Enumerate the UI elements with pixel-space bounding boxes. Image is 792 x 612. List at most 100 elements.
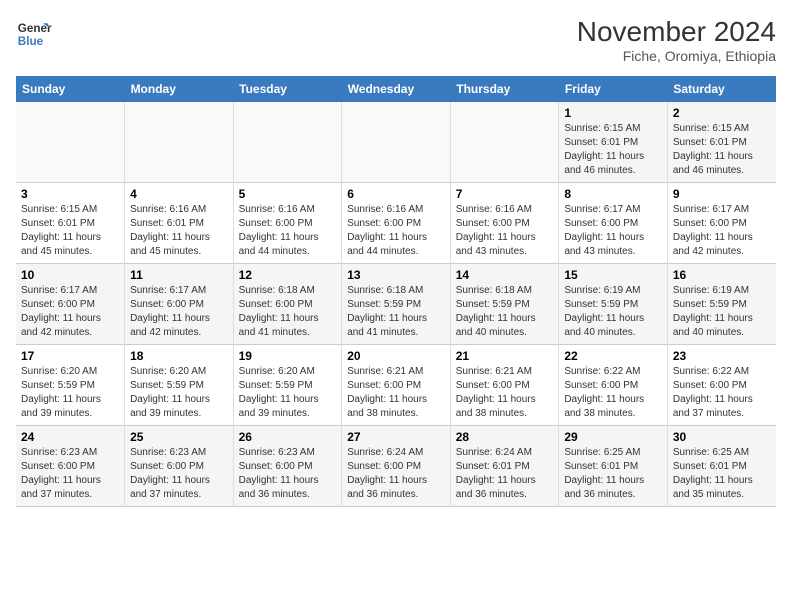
col-header-tuesday: Tuesday — [233, 76, 342, 102]
col-header-thursday: Thursday — [450, 76, 559, 102]
day-info: Sunrise: 6:25 AM Sunset: 6:01 PM Dayligh… — [673, 446, 771, 502]
svg-text:Blue: Blue — [18, 35, 44, 48]
day-number: 25 — [130, 430, 228, 444]
day-info: Sunrise: 6:17 AM Sunset: 6:00 PM Dayligh… — [130, 284, 228, 340]
day-number: 24 — [21, 430, 119, 444]
day-number: 30 — [673, 430, 771, 444]
day-info: Sunrise: 6:20 AM Sunset: 5:59 PM Dayligh… — [21, 365, 119, 421]
calendar-cell: 6 Sunrise: 6:16 AM Sunset: 6:00 PM Daylig… — [342, 183, 451, 264]
page-title: November 2024 — [577, 16, 776, 48]
page-header: General Blue November 2024 Fiche, Oromiy… — [16, 16, 776, 64]
day-info: Sunrise: 6:18 AM Sunset: 6:00 PM Dayligh… — [239, 284, 337, 340]
day-info: Sunrise: 6:24 AM Sunset: 6:01 PM Dayligh… — [456, 446, 554, 502]
calendar-cell: 7Sunrise: 6:16 AM Sunset: 6:00 PM Daylig… — [450, 183, 559, 264]
calendar-cell: 12 Sunrise: 6:18 AM Sunset: 6:00 PM Dayli… — [233, 264, 342, 345]
day-info: Sunrise: 6:25 AM Sunset: 6:01 PM Dayligh… — [564, 446, 662, 502]
logo-icon: General Blue — [16, 16, 52, 52]
week-row-1: 1 Sunrise: 6:15 AM Sunset: 6:01 PM Daylig… — [16, 102, 776, 183]
day-info: Sunrise: 6:23 AM Sunset: 6:00 PM Dayligh… — [21, 446, 119, 502]
day-number: 21 — [456, 349, 554, 363]
calendar-cell: 13 Sunrise: 6:18 AM Sunset: 5:59 PM Dayli… — [342, 264, 451, 345]
calendar-cell — [125, 102, 234, 183]
day-number: 2 — [673, 106, 771, 120]
calendar-cell: 25 Sunrise: 6:23 AM Sunset: 6:00 PM Dayli… — [125, 426, 234, 507]
calendar-cell: 10 Sunrise: 6:17 AM Sunset: 6:00 PM Dayli… — [16, 264, 125, 345]
day-number: 20 — [347, 349, 445, 363]
calendar-cell: 20 Sunrise: 6:21 AM Sunset: 6:00 PM Dayli… — [342, 345, 451, 426]
calendar-cell: 8 Sunrise: 6:17 AM Sunset: 6:00 PM Daylig… — [559, 183, 668, 264]
calendar-cell — [16, 102, 125, 183]
day-info: Sunrise: 6:20 AM Sunset: 5:59 PM Dayligh… — [239, 365, 337, 421]
day-number: 14 — [456, 268, 554, 282]
col-header-wednesday: Wednesday — [342, 76, 451, 102]
week-row-4: 17Sunrise: 6:20 AM Sunset: 5:59 PM Dayli… — [16, 345, 776, 426]
day-number: 22 — [564, 349, 662, 363]
day-info: Sunrise: 6:16 AM Sunset: 6:00 PM Dayligh… — [239, 203, 337, 259]
day-number: 12 — [239, 268, 337, 282]
day-info: Sunrise: 6:22 AM Sunset: 6:00 PM Dayligh… — [673, 365, 771, 421]
calendar-cell: 2Sunrise: 6:15 AM Sunset: 6:01 PM Daylig… — [667, 102, 776, 183]
day-info: Sunrise: 6:19 AM Sunset: 5:59 PM Dayligh… — [673, 284, 771, 340]
day-number: 19 — [239, 349, 337, 363]
calendar-cell: 22 Sunrise: 6:22 AM Sunset: 6:00 PM Dayli… — [559, 345, 668, 426]
day-number: 4 — [130, 187, 228, 201]
week-row-3: 10 Sunrise: 6:17 AM Sunset: 6:00 PM Dayli… — [16, 264, 776, 345]
calendar-cell: 3Sunrise: 6:15 AM Sunset: 6:01 PM Daylig… — [16, 183, 125, 264]
day-info: Sunrise: 6:21 AM Sunset: 6:00 PM Dayligh… — [347, 365, 445, 421]
day-number: 13 — [347, 268, 445, 282]
calendar-cell: 18 Sunrise: 6:20 AM Sunset: 5:59 PM Dayli… — [125, 345, 234, 426]
day-number: 6 — [347, 187, 445, 201]
day-info: Sunrise: 6:17 AM Sunset: 6:00 PM Dayligh… — [21, 284, 119, 340]
day-info: Sunrise: 6:23 AM Sunset: 6:00 PM Dayligh… — [130, 446, 228, 502]
calendar-cell: 24 Sunrise: 6:23 AM Sunset: 6:00 PM Dayli… — [16, 426, 125, 507]
day-info: Sunrise: 6:16 AM Sunset: 6:00 PM Dayligh… — [456, 203, 554, 259]
day-number: 28 — [456, 430, 554, 444]
day-number: 3 — [21, 187, 119, 201]
day-number: 1 — [564, 106, 662, 120]
page-subtitle: Fiche, Oromiya, Ethiopia — [577, 48, 776, 64]
day-info: Sunrise: 6:24 AM Sunset: 6:00 PM Dayligh… — [347, 446, 445, 502]
calendar-cell — [450, 102, 559, 183]
day-info: Sunrise: 6:17 AM Sunset: 6:00 PM Dayligh… — [564, 203, 662, 259]
calendar-cell — [342, 102, 451, 183]
calendar-cell: 23Sunrise: 6:22 AM Sunset: 6:00 PM Dayli… — [667, 345, 776, 426]
day-info: Sunrise: 6:16 AM Sunset: 6:01 PM Dayligh… — [130, 203, 228, 259]
calendar-cell: 21 Sunrise: 6:21 AM Sunset: 6:00 PM Dayli… — [450, 345, 559, 426]
day-number: 29 — [564, 430, 662, 444]
calendar-cell: 1 Sunrise: 6:15 AM Sunset: 6:01 PM Daylig… — [559, 102, 668, 183]
day-number: 5 — [239, 187, 337, 201]
day-info: Sunrise: 6:15 AM Sunset: 6:01 PM Dayligh… — [564, 122, 662, 178]
day-info: Sunrise: 6:21 AM Sunset: 6:00 PM Dayligh… — [456, 365, 554, 421]
day-info: Sunrise: 6:22 AM Sunset: 6:00 PM Dayligh… — [564, 365, 662, 421]
day-info: Sunrise: 6:23 AM Sunset: 6:00 PM Dayligh… — [239, 446, 337, 502]
day-info: Sunrise: 6:16 AM Sunset: 6:00 PM Dayligh… — [347, 203, 445, 259]
day-number: 11 — [130, 268, 228, 282]
day-number: 18 — [130, 349, 228, 363]
calendar-cell: 26 Sunrise: 6:23 AM Sunset: 6:00 PM Dayli… — [233, 426, 342, 507]
calendar-cell: 5 Sunrise: 6:16 AM Sunset: 6:00 PM Daylig… — [233, 183, 342, 264]
day-number: 26 — [239, 430, 337, 444]
day-info: Sunrise: 6:20 AM Sunset: 5:59 PM Dayligh… — [130, 365, 228, 421]
title-block: November 2024 Fiche, Oromiya, Ethiopia — [577, 16, 776, 64]
day-number: 10 — [21, 268, 119, 282]
week-row-5: 24 Sunrise: 6:23 AM Sunset: 6:00 PM Dayli… — [16, 426, 776, 507]
day-number: 9 — [673, 187, 771, 201]
day-info: Sunrise: 6:18 AM Sunset: 5:59 PM Dayligh… — [347, 284, 445, 340]
calendar-cell: 11 Sunrise: 6:17 AM Sunset: 6:00 PM Dayli… — [125, 264, 234, 345]
calendar-cell: 27Sunrise: 6:24 AM Sunset: 6:00 PM Dayli… — [342, 426, 451, 507]
logo: General Blue — [16, 16, 52, 52]
col-header-monday: Monday — [125, 76, 234, 102]
week-row-2: 3Sunrise: 6:15 AM Sunset: 6:01 PM Daylig… — [16, 183, 776, 264]
calendar-cell: 30 Sunrise: 6:25 AM Sunset: 6:01 PM Dayli… — [667, 426, 776, 507]
calendar-table: SundayMondayTuesdayWednesdayThursdayFrid… — [16, 76, 776, 507]
calendar-cell: 29 Sunrise: 6:25 AM Sunset: 6:01 PM Dayli… — [559, 426, 668, 507]
day-number: 8 — [564, 187, 662, 201]
col-header-sunday: Sunday — [16, 76, 125, 102]
calendar-header-row: SundayMondayTuesdayWednesdayThursdayFrid… — [16, 76, 776, 102]
day-number: 15 — [564, 268, 662, 282]
calendar-cell: 16 Sunrise: 6:19 AM Sunset: 5:59 PM Dayli… — [667, 264, 776, 345]
day-info: Sunrise: 6:19 AM Sunset: 5:59 PM Dayligh… — [564, 284, 662, 340]
col-header-saturday: Saturday — [667, 76, 776, 102]
calendar-cell: 15 Sunrise: 6:19 AM Sunset: 5:59 PM Dayli… — [559, 264, 668, 345]
day-number: 16 — [673, 268, 771, 282]
